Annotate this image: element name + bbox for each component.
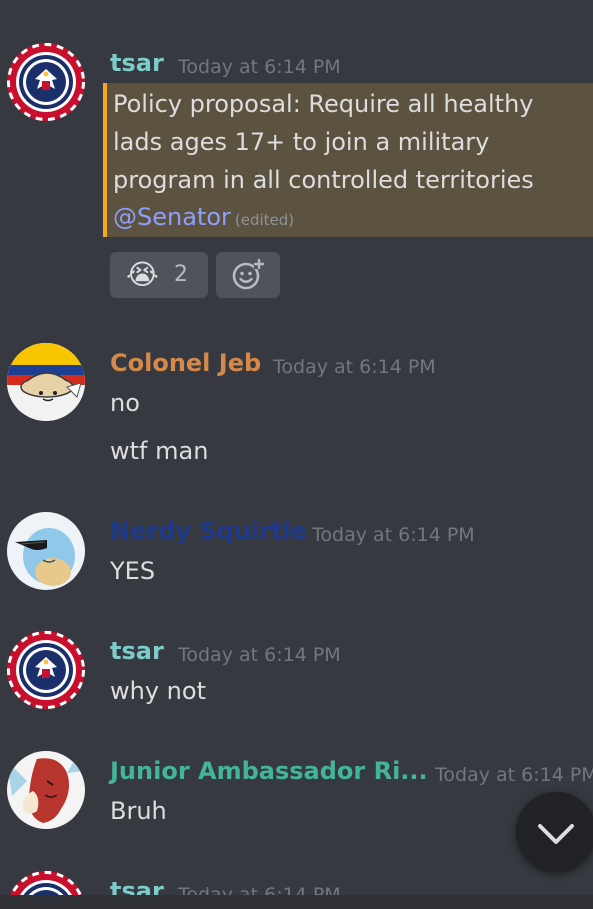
message-line: Policy proposal: Require all healthy: [113, 90, 534, 118]
message-line: YES: [110, 557, 156, 585]
username[interactable]: Colonel Jeb: [110, 348, 261, 378]
avatar[interactable]: [7, 631, 85, 709]
timestamp: Today at 6:14 PM: [178, 56, 341, 78]
avatar[interactable]: [7, 43, 85, 121]
add-reaction-icon: [232, 258, 265, 290]
loudly-crying-emoji: 😭: [126, 258, 159, 291]
mentioned-message-highlight: Policy proposal: Require all healthy lad…: [103, 83, 593, 237]
chat-messages-pane[interactable]: tsar Today at 6:14 PM Policy proposal: R…: [0, 0, 593, 909]
reaction-loudly-crying[interactable]: 😭 2: [110, 252, 208, 298]
message-line: wtf man: [110, 437, 209, 465]
timestamp: Today at 6:14 PM: [178, 644, 341, 666]
reaction-count: 2: [174, 262, 188, 287]
avatar[interactable]: [7, 343, 85, 421]
message-line: why not: [110, 677, 206, 705]
edited-tag: (edited): [234, 211, 295, 229]
timestamp: Today at 6:14 PM: [312, 524, 475, 546]
avatar[interactable]: [7, 751, 85, 829]
user-mention[interactable]: @Senator: [113, 203, 231, 231]
username[interactable]: Nerdy Squirtle: [110, 516, 307, 546]
scroll-to-bottom-button[interactable]: [516, 792, 593, 872]
avatar[interactable]: [7, 512, 85, 590]
username[interactable]: Junior Ambassador Ri...: [110, 756, 428, 786]
message-line: program in all controlled territories: [113, 166, 534, 194]
message-line: Bruh: [110, 797, 167, 825]
message-line: lads ages 17+ to join a military: [113, 128, 490, 156]
timestamp: Today at 6:14 PM: [435, 764, 593, 786]
message-line: @Senator (edited): [113, 198, 294, 239]
username[interactable]: tsar: [110, 48, 164, 78]
message-line: no: [110, 389, 140, 417]
username[interactable]: tsar: [110, 636, 164, 666]
bottom-edge-bar: [0, 895, 593, 909]
timestamp: Today at 6:14 PM: [273, 356, 436, 378]
add-reaction-button[interactable]: [216, 252, 280, 298]
chevron-down-icon: [538, 824, 574, 844]
